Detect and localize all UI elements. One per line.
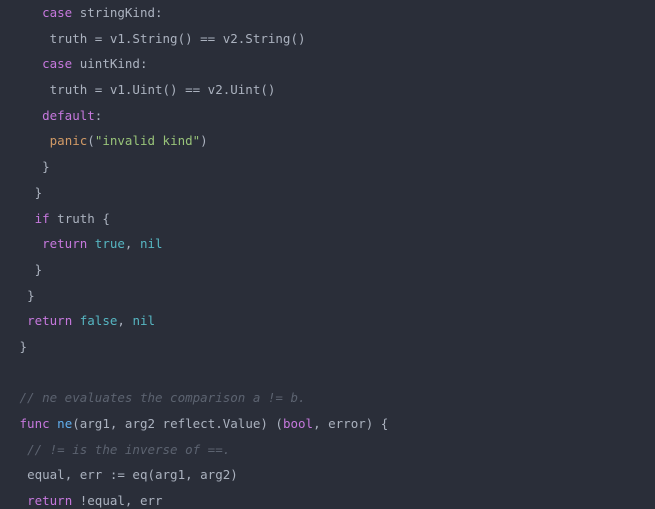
code-token-con: nil: [139, 236, 163, 252]
code-line[interactable]: [0, 360, 655, 386]
code-token-kw: return: [42, 236, 88, 252]
code-line[interactable]: }: [0, 154, 655, 180]
code-line[interactable]: truth = v1.String() == v2.String(): [0, 26, 655, 52]
code-token-pln: equal, err := eq(arg1, arg2): [27, 467, 238, 483]
code-token-kw: case: [42, 5, 73, 20]
code-token-pun: (: [87, 133, 95, 149]
code-editor-viewport: case stringKind: truth = v1.String() == …: [0, 0, 655, 509]
code-token-pln: !equal, err: [72, 493, 163, 509]
code-line[interactable]: // ne evaluates the comparison a != b.: [0, 385, 655, 411]
code-line[interactable]: return true, nil: [0, 231, 655, 257]
code-line[interactable]: default:: [0, 103, 655, 129]
code-line[interactable]: panic("invalid kind"): [0, 128, 655, 154]
code-token-cmt: // ne evaluates the comparison a != b.: [19, 390, 306, 406]
code-line[interactable]: return false, nil: [0, 308, 655, 334]
code-token-con: false: [79, 313, 118, 329]
code-token-kw: func: [19, 416, 50, 431]
code-token-pln: }: [42, 159, 50, 175]
code-token-pln: (arg1, arg2 reflect.Value) (: [72, 416, 283, 431]
code-token-cmt: // != is the inverse of ==.: [27, 441, 231, 457]
code-token-kw: return: [27, 313, 73, 329]
code-token-con: true: [94, 236, 125, 252]
code-content[interactable]: case stringKind: truth = v1.String() == …: [0, 0, 655, 509]
code-token-kw: return: [27, 493, 73, 509]
code-token-pun: ): [200, 133, 208, 149]
code-line[interactable]: }: [0, 180, 655, 206]
code-token-bi: panic: [49, 133, 88, 149]
code-token-pln: :: [94, 107, 103, 123]
code-line[interactable]: }: [0, 257, 655, 283]
code-token-pln: }: [34, 261, 43, 277]
code-token-pln: , error) {: [313, 416, 389, 431]
code-line[interactable]: // != is the inverse of ==.: [0, 437, 655, 463]
code-token-pln: [72, 313, 80, 328]
code-token-pln: truth {: [49, 210, 110, 226]
code-token-pln: ,: [124, 236, 140, 252]
code-token-pln: }: [34, 184, 43, 200]
code-token-kw: if: [34, 210, 50, 226]
code-token-pln: truth = v1.Uint() == v2.Uint(): [49, 82, 276, 98]
code-line[interactable]: if truth {: [0, 206, 655, 232]
code-token-pln: [87, 236, 95, 251]
code-token-kw: default: [42, 107, 95, 123]
code-token-pln: ,: [117, 313, 133, 329]
code-line[interactable]: case uintKind:: [0, 51, 655, 77]
code-token-pln: stringKind:: [72, 5, 163, 20]
code-line[interactable]: }: [0, 334, 655, 360]
code-line[interactable]: return !equal, err: [0, 488, 655, 509]
code-token-pln: }: [19, 338, 28, 354]
code-line[interactable]: }: [0, 283, 655, 309]
code-token-con: nil: [132, 313, 156, 329]
code-line[interactable]: case stringKind:: [0, 0, 655, 26]
code-token-pln: }: [27, 287, 35, 303]
code-line[interactable]: equal, err := eq(arg1, arg2): [0, 462, 655, 488]
code-token-kw: bool: [282, 416, 314, 431]
code-token-pln: truth = v1.String() == v2.String(): [49, 30, 306, 46]
code-line[interactable]: truth = v1.Uint() == v2.Uint(): [0, 77, 655, 103]
code-token-str: "invalid kind": [94, 133, 201, 149]
code-token-fn: ne: [57, 416, 73, 431]
code-token-pln: uintKind:: [72, 56, 148, 72]
code-token-kw: case: [42, 56, 73, 72]
code-line[interactable]: func ne(arg1, arg2 reflect.Value) (bool,…: [0, 411, 655, 437]
